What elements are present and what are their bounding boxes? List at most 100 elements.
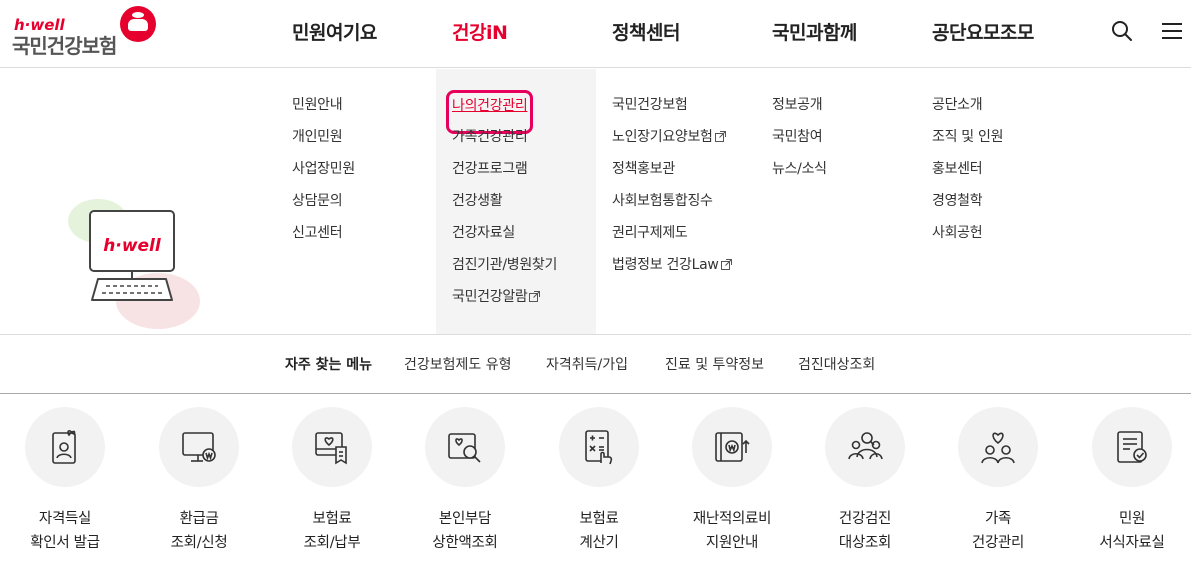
family-health-icon (981, 432, 1015, 464)
menu-link-external[interactable]: 법령정보 건강Law (612, 255, 732, 287)
menu-link[interactable]: 건강프로그램 (452, 159, 557, 191)
menu-link[interactable]: 정보공개 (772, 95, 827, 127)
menu-link[interactable]: 조직 및 인원 (932, 127, 1004, 159)
menu-link[interactable]: 국민건강보험 (612, 95, 732, 127)
quick-label-line1: 재난적의료비 (692, 511, 772, 527)
menu-column-together: 정보공개 국민참여 뉴스/소식 (772, 95, 827, 191)
quick-label-line2: 계산기 (579, 535, 619, 551)
frequent-link[interactable]: 건강보험제도 유형 (404, 354, 512, 374)
quick-label-line2: 조회/납부 (303, 535, 361, 551)
menu-link-label: 국민건강알람 (452, 289, 528, 305)
quick-label-line2: 상한액조회 (432, 535, 498, 551)
menu-link[interactable]: 가족건강관리 (452, 127, 557, 159)
quick-icon-circle (825, 407, 905, 487)
global-nav: 민원여기요 건강iN 정책센터 국민과함께 공단요모조모 (0, 18, 1191, 48)
quick-item-civil-forms[interactable]: 민원서식자료실 (1067, 407, 1191, 565)
quick-label-line1: 본인부담 (438, 511, 492, 527)
menu-column-policy: 국민건강보험 노인장기요양보험 정책홍보관 사회보험통합징수 권리구제제도 법령… (612, 95, 732, 287)
menu-link-external[interactable]: 국민건강알람 (452, 287, 557, 319)
site-header: h·well 국민건강보험 민원여기요 건강iN 정책센터 국민과함께 공단요모… (0, 0, 1191, 68)
quick-label-line2: 지원안내 (705, 535, 759, 551)
calculator-icon (585, 430, 613, 465)
menu-column-about: 공단소개 조직 및 인원 홍보센터 경영철학 사회공헌 (932, 95, 1004, 255)
quick-item-family-health[interactable]: 가족건강관리 (933, 407, 1063, 565)
frequent-link[interactable]: 진료 및 투약정보 (665, 354, 764, 374)
external-link-icon (714, 131, 726, 142)
menu-link[interactable]: 상담문의 (292, 191, 355, 223)
premium-payment-icon (315, 432, 347, 465)
menu-link[interactable]: 검진기관/병원찾기 (452, 255, 557, 287)
frequent-menu-bar: 자주 찾는 메뉴 건강보험제도 유형 자격취득/가입 진료 및 투약정보 검진대… (0, 336, 1191, 394)
menu-link[interactable]: 건강생활 (452, 191, 557, 223)
quick-item-copay-limit[interactable]: 본인부담상한액조회 (400, 407, 530, 565)
menu-link[interactable]: 경영철학 (932, 191, 1003, 223)
nav-item-civil[interactable]: 민원여기요 (292, 18, 377, 45)
external-link-icon (720, 259, 732, 270)
quick-label-line1: 건강검진 (838, 511, 892, 527)
quick-label-line1: 민원 (1118, 511, 1146, 527)
quick-icon-circle (425, 407, 505, 487)
nav-item-health-in[interactable]: 건강iN (452, 18, 508, 45)
nav-item-together[interactable]: 국민과함께 (772, 18, 857, 45)
menu-link[interactable]: 민원안내 (292, 95, 355, 127)
quick-label-line1: 보험료 (579, 511, 619, 527)
quick-label-line2: 확인서 발급 (30, 535, 100, 551)
menu-link[interactable]: 건강자료실 (452, 223, 557, 255)
menu-link[interactable]: 정책홍보관 (612, 159, 732, 191)
menu-link[interactable]: 사회보험통합징수 (612, 191, 732, 223)
quick-item-premium-calculator[interactable]: 보험료계산기 (534, 407, 664, 565)
search-heart-icon (448, 433, 481, 463)
nav-item-policy[interactable]: 정책센터 (612, 18, 680, 45)
forms-icon (1117, 431, 1147, 463)
mega-menu: h·well 민원안내 개인민원 사업장민원 상담문의 신고센터 나의건강관리 … (0, 69, 1191, 335)
frequent-link[interactable]: 검진대상조회 (798, 354, 875, 374)
certificate-icon (52, 430, 76, 464)
menu-link[interactable]: 신고센터 (292, 223, 355, 255)
quick-item-refund[interactable]: 환급금조회/신청 (134, 407, 264, 565)
menu-link[interactable]: 국민참여 (772, 127, 827, 159)
quick-item-eligibility-certificate[interactable]: 자격득실확인서 발급 (0, 407, 130, 565)
refund-monitor-icon (182, 432, 216, 462)
quick-icon-circle (1092, 407, 1172, 487)
quick-icon-circle (159, 407, 239, 487)
menu-link-label: 노인장기요양보험 (612, 129, 713, 145)
menu-link[interactable]: 공단소개 (932, 95, 1003, 127)
menu-link[interactable]: 사회공헌 (932, 223, 1003, 255)
menu-column-civil: 민원안내 개인민원 사업장민원 상담문의 신고센터 (292, 95, 355, 255)
quick-icon-circle (958, 407, 1038, 487)
checkup-people-icon (848, 432, 883, 460)
menu-link-external[interactable]: 노인장기요양보험 (612, 127, 732, 159)
quick-label-line2: 대상조회 (838, 535, 892, 551)
menu-link[interactable]: 홍보센터 (932, 159, 1003, 191)
quick-icon-circle (292, 407, 372, 487)
quick-label-line1: 가족 (984, 511, 1012, 527)
quick-label-line2: 조회/신청 (170, 535, 228, 551)
illustration-hwell-text: h·well (103, 236, 162, 256)
menu-link[interactable]: 뉴스/소식 (772, 159, 827, 191)
frequent-link[interactable]: 자격취득/가입 (546, 354, 628, 374)
menu-link[interactable]: 개인민원 (292, 127, 355, 159)
quick-icon-circle (559, 407, 639, 487)
menu-link[interactable]: 사업장민원 (292, 159, 355, 191)
quick-menu: 자격득실확인서 발급 환급금조회/신청 보험료조회/납부 본인부담상한액조회 보… (0, 395, 1191, 565)
external-link-icon (529, 291, 541, 302)
hamburger-menu-icon[interactable] (1162, 22, 1182, 40)
search-icon[interactable] (1110, 19, 1134, 43)
menu-link-label: 법령정보 건강Law (612, 257, 719, 273)
quick-label-line1: 자격득실 (38, 511, 92, 527)
quick-item-checkup-target[interactable]: 건강검진대상조회 (800, 407, 930, 565)
quick-label-line2: 서식자료실 (1099, 535, 1165, 551)
menu-link[interactable]: 권리구제제도 (612, 223, 732, 255)
quick-item-catastrophic-medical[interactable]: 재난적의료비지원안내 (667, 407, 797, 565)
quick-item-premium-payment[interactable]: 보험료조회/납부 (267, 407, 397, 565)
nav-item-about[interactable]: 공단요모조모 (932, 18, 1034, 45)
hwell-computer-illustration: h·well (60, 199, 210, 339)
menu-column-health-in: 나의건강관리 가족건강관리 건강프로그램 건강생활 건강자료실 검진기관/병원찾… (445, 90, 557, 319)
quick-label-line1: 보험료 (312, 511, 352, 527)
menu-link-my-health-selected[interactable]: 나의건강관리 (445, 90, 534, 134)
quick-label-line1: 환급금 (179, 511, 219, 527)
medical-support-icon (715, 432, 750, 462)
quick-label-line2: 건강관리 (971, 535, 1025, 551)
frequent-menu-title: 자주 찾는 메뉴 (285, 357, 373, 373)
quick-icon-circle (692, 407, 772, 487)
